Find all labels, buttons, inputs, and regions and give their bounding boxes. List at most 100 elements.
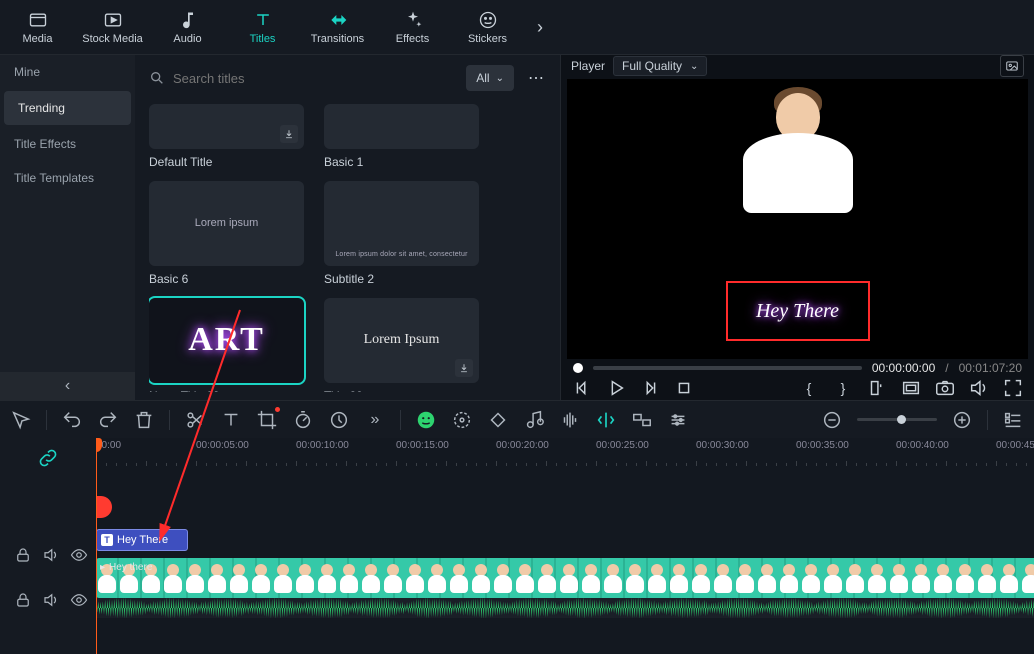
nav-transitions[interactable]: Transitions xyxy=(300,0,375,54)
title-clip[interactable]: T Hey There xyxy=(96,529,188,551)
group-tool[interactable] xyxy=(631,409,653,431)
zoom-knob[interactable] xyxy=(897,415,906,424)
quality-dropdown[interactable]: Full Quality ⌄ xyxy=(613,56,707,76)
ruler-label: 00:00:25:00 xyxy=(596,440,649,451)
time-ruler[interactable]: 00:0000:00:05:0000:00:10:0000:00:15:0000… xyxy=(96,438,1034,466)
crop-tool[interactable] xyxy=(256,409,278,431)
mark-in-button[interactable]: { xyxy=(798,377,820,399)
nav-effects[interactable]: Effects xyxy=(375,0,450,54)
voiceover-tool[interactable] xyxy=(559,409,581,431)
mute-icon[interactable] xyxy=(42,546,60,564)
title-tile-basic-1[interactable]: Basic 1 xyxy=(324,104,479,169)
next-frame-button[interactable] xyxy=(639,377,661,399)
redo-button[interactable] xyxy=(97,409,119,431)
audio-waveform[interactable] xyxy=(96,598,1034,618)
nav-audio[interactable]: Audio xyxy=(150,0,225,54)
ruler-label: 00:00:20:00 xyxy=(496,440,549,451)
download-icon[interactable] xyxy=(280,125,298,143)
track-view-button[interactable] xyxy=(1002,409,1024,431)
playhead[interactable] xyxy=(96,438,97,654)
filter-label: All xyxy=(476,71,489,85)
audio-tool[interactable] xyxy=(523,409,545,431)
camera-snapshot-button[interactable] xyxy=(934,377,956,399)
nav-label: Stock Media xyxy=(82,33,143,45)
link-toggle[interactable] xyxy=(37,447,59,469)
track-headers xyxy=(0,438,96,654)
tile-label: Basic 6 xyxy=(149,272,304,286)
titles-sidebar: Mine Trending Title Effects Title Templa… xyxy=(0,55,135,400)
search-input[interactable] xyxy=(173,71,458,86)
speed-tool[interactable] xyxy=(292,409,314,431)
title-tile-basic-6[interactable]: Lorem ipsum Basic 6 xyxy=(149,181,304,286)
split-button[interactable] xyxy=(184,409,206,431)
nav-titles[interactable]: Titles xyxy=(225,0,300,54)
adjust-track-tool[interactable] xyxy=(667,409,689,431)
title-overlay-selected[interactable]: Hey There xyxy=(726,281,870,341)
transitions-icon xyxy=(328,10,348,30)
play-button[interactable] xyxy=(605,377,627,399)
filter-dropdown[interactable]: All ⌄ xyxy=(466,65,514,91)
speed-ramp-tool[interactable] xyxy=(328,409,350,431)
title-track[interactable]: T Hey There xyxy=(96,528,1034,558)
video-track-header xyxy=(0,570,96,630)
scrub-handle[interactable] xyxy=(573,363,583,373)
volume-button[interactable] xyxy=(968,377,990,399)
title-tile-default-title[interactable]: Default Title xyxy=(149,104,304,169)
zoom-in-button[interactable] xyxy=(951,409,973,431)
mute-icon[interactable] xyxy=(42,591,60,609)
lock-icon[interactable] xyxy=(14,591,32,609)
ruler-label: 00:00:05:00 xyxy=(196,440,249,451)
title-tile-subtitle-2[interactable]: Lorem ipsum dolor sit amet, consectetur … xyxy=(324,181,479,286)
delete-button[interactable] xyxy=(133,409,155,431)
title-tile-neon-09[interactable]: ART Neon Title 09 xyxy=(149,298,304,392)
chevron-down-icon: ⌄ xyxy=(496,73,504,84)
marker-tool[interactable] xyxy=(595,409,617,431)
image-icon xyxy=(1005,59,1019,73)
scrub-track[interactable] xyxy=(593,366,862,370)
zoom-slider[interactable] xyxy=(857,418,937,421)
title-thumb: ART xyxy=(149,298,304,383)
video-track[interactable]: Hey there xyxy=(96,558,1034,618)
nav-label: Effects xyxy=(396,33,429,45)
ai-tool[interactable] xyxy=(415,409,437,431)
text-tool[interactable] xyxy=(220,409,242,431)
ratio-button[interactable] xyxy=(866,377,888,399)
lock-icon[interactable] xyxy=(14,546,32,564)
ruler-label: 00:00:45:00 xyxy=(996,440,1034,451)
title-tile-title-29[interactable]: Lorem Ipsum Title 29 xyxy=(324,298,479,392)
safezone-button[interactable] xyxy=(900,377,922,399)
stop-button[interactable] xyxy=(673,377,695,399)
timeline: 00:0000:00:05:0000:00:10:0000:00:15:0000… xyxy=(0,438,1034,654)
visibility-icon[interactable] xyxy=(70,591,88,609)
select-tool[interactable] xyxy=(10,409,32,431)
more-options-icon[interactable]: ⋯ xyxy=(522,65,550,91)
snapshot-button[interactable] xyxy=(1000,55,1024,77)
zoom-out-button[interactable] xyxy=(821,409,843,431)
audio-icon xyxy=(178,10,198,30)
nav-media[interactable]: Media xyxy=(0,0,75,54)
download-icon[interactable] xyxy=(455,359,473,377)
fullscreen-button[interactable] xyxy=(1002,377,1024,399)
nav-stock-media[interactable]: Stock Media xyxy=(75,0,150,54)
undo-button[interactable] xyxy=(61,409,83,431)
title-thumb xyxy=(324,104,479,149)
sidebar-item-mine[interactable]: Mine xyxy=(0,55,135,89)
color-tool[interactable] xyxy=(451,409,473,431)
sidebar-item-title-effects[interactable]: Title Effects xyxy=(0,127,135,161)
visibility-icon[interactable] xyxy=(70,546,88,564)
keyframe-tool[interactable] xyxy=(487,409,509,431)
chevron-left-icon: ‹ xyxy=(65,377,70,395)
sidebar-collapse[interactable]: ‹ xyxy=(0,372,135,400)
prev-frame-button[interactable] xyxy=(571,377,593,399)
tracks-area[interactable]: 00:0000:00:05:0000:00:10:0000:00:15:0000… xyxy=(96,438,1034,654)
sidebar-item-trending[interactable]: Trending xyxy=(4,91,131,125)
nav-more-icon[interactable]: › xyxy=(525,17,555,38)
video-clip[interactable]: Hey there xyxy=(96,558,1034,598)
player-label: Player xyxy=(571,59,605,73)
preview-viewport[interactable]: Hey There xyxy=(567,79,1028,359)
sidebar-item-title-templates[interactable]: Title Templates xyxy=(0,161,135,195)
more-tools[interactable]: » xyxy=(364,409,386,431)
mark-out-button[interactable]: } xyxy=(832,377,854,399)
nav-stickers[interactable]: Stickers xyxy=(450,0,525,54)
cut-indicator[interactable] xyxy=(96,496,112,518)
